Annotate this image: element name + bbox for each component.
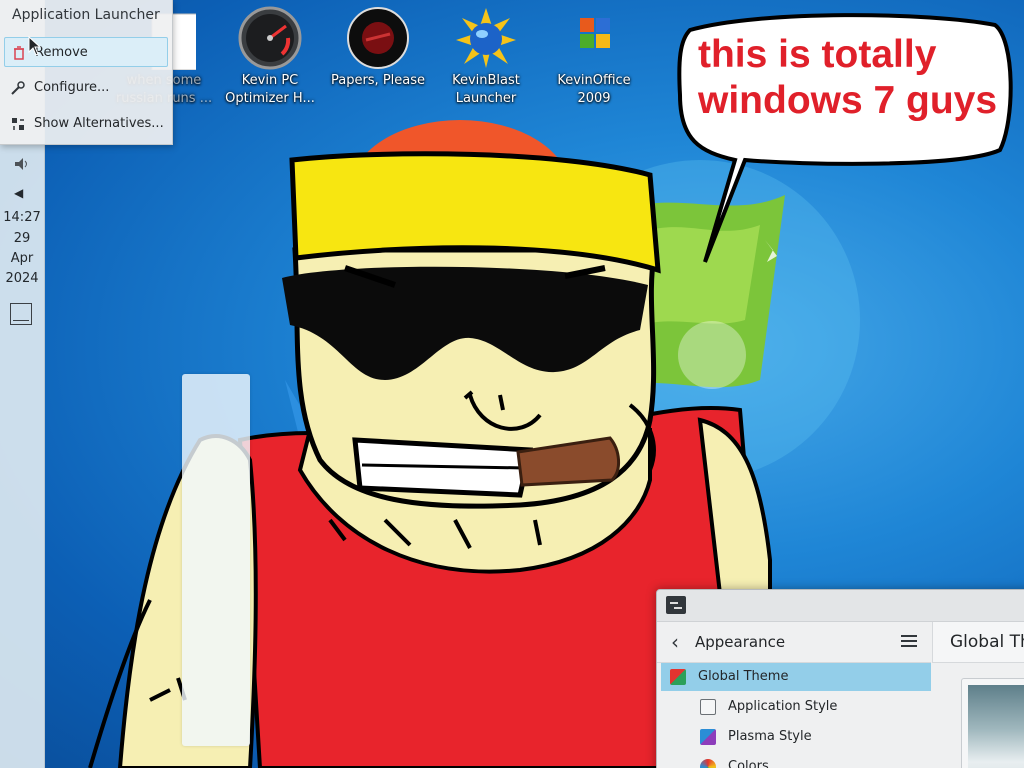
volume-icon[interactable]	[12, 154, 32, 174]
global-theme-icon	[670, 669, 686, 685]
desktop-icon-kevin-pc-optimizer[interactable]: Kevin PC Optimizer H...	[220, 6, 320, 108]
game-seal-icon	[346, 6, 410, 70]
menu-title: Application Launcher	[12, 7, 160, 23]
desktop-icon-label: KevinOffice 2009	[557, 73, 631, 106]
sidebar-title: Appearance	[695, 633, 786, 651]
settings-app-icon	[666, 596, 686, 614]
trash-icon	[11, 45, 27, 61]
clock-day[interactable]: 29	[0, 231, 44, 246]
context-menu: Application Launcher Remove Configure...…	[0, 0, 173, 145]
sidebar-item-label: Application Style	[728, 699, 838, 714]
speech-bubble-text: this is totally windows 7 guys	[698, 33, 998, 122]
sidebar-item-colors[interactable]: Colors	[661, 753, 931, 768]
application-style-icon	[700, 699, 716, 715]
clock-year[interactable]: 2024	[0, 271, 44, 286]
theme-preview-image	[968, 685, 1024, 768]
plasma-style-icon	[700, 729, 716, 745]
office-logo-icon	[562, 6, 626, 70]
menu-item-label: Show Alternatives...	[34, 116, 164, 131]
faded-panel-widget[interactable]	[182, 374, 250, 746]
clock-month[interactable]: Apr	[0, 251, 44, 266]
sidebar-header: ‹ Appearance	[657, 622, 931, 663]
menu-item-show-alternatives[interactable]: Show Alternatives...	[4, 109, 168, 139]
page-title: Global Th	[950, 632, 1024, 652]
hamburger-menu-icon[interactable]	[901, 635, 917, 647]
menu-item-label: Configure...	[34, 80, 110, 95]
sidebar-item-application-style[interactable]: Application Style	[661, 693, 931, 721]
desktop-icon-papers-please[interactable]: Papers, Please	[328, 6, 428, 90]
globe-burst-icon	[454, 6, 518, 70]
back-button[interactable]: ‹	[671, 630, 679, 654]
desktop-icon-label: KevinBlast Launcher	[452, 73, 520, 106]
sidebar-item-plasma-style[interactable]: Plasma Style	[661, 723, 931, 751]
system-settings-window: ‹ Appearance Global Th Global Theme Appl…	[656, 589, 1024, 768]
show-desktop-icon[interactable]	[10, 303, 32, 325]
clock-time[interactable]: 14:27	[0, 210, 44, 225]
window-titlebar[interactable]	[657, 590, 1024, 622]
gauge-icon	[238, 6, 302, 70]
menu-item-configure[interactable]: Configure...	[4, 73, 168, 103]
colors-icon	[700, 759, 716, 768]
sidebar-item-label: Colors	[728, 759, 769, 768]
wrench-icon	[10, 80, 26, 96]
alternatives-icon	[10, 116, 26, 132]
menu-item-label: Remove	[35, 45, 88, 60]
desktop-icon-label: Papers, Please	[330, 73, 426, 88]
sidebar-item-global-theme[interactable]: Global Theme	[661, 663, 931, 691]
desktop-icon-kevinblast-launcher[interactable]: KevinBlast Launcher	[436, 6, 536, 108]
system-tray-expand-icon[interactable]: ◀	[14, 186, 23, 200]
desktop[interactable]: when some russian runs ... Kevin PC Opti…	[0, 0, 1024, 768]
sidebar-item-label: Global Theme	[698, 669, 789, 684]
desktop-icon-label: Kevin PC Optimizer H...	[225, 73, 315, 106]
desktop-icon-kevinoffice-2009[interactable]: KevinOffice 2009	[544, 6, 644, 108]
sidebar-item-label: Plasma Style	[728, 729, 812, 744]
content-header: Global Th	[932, 622, 1024, 663]
mouse-cursor-icon	[28, 36, 42, 56]
global-theme-preview[interactable]	[961, 678, 1024, 768]
